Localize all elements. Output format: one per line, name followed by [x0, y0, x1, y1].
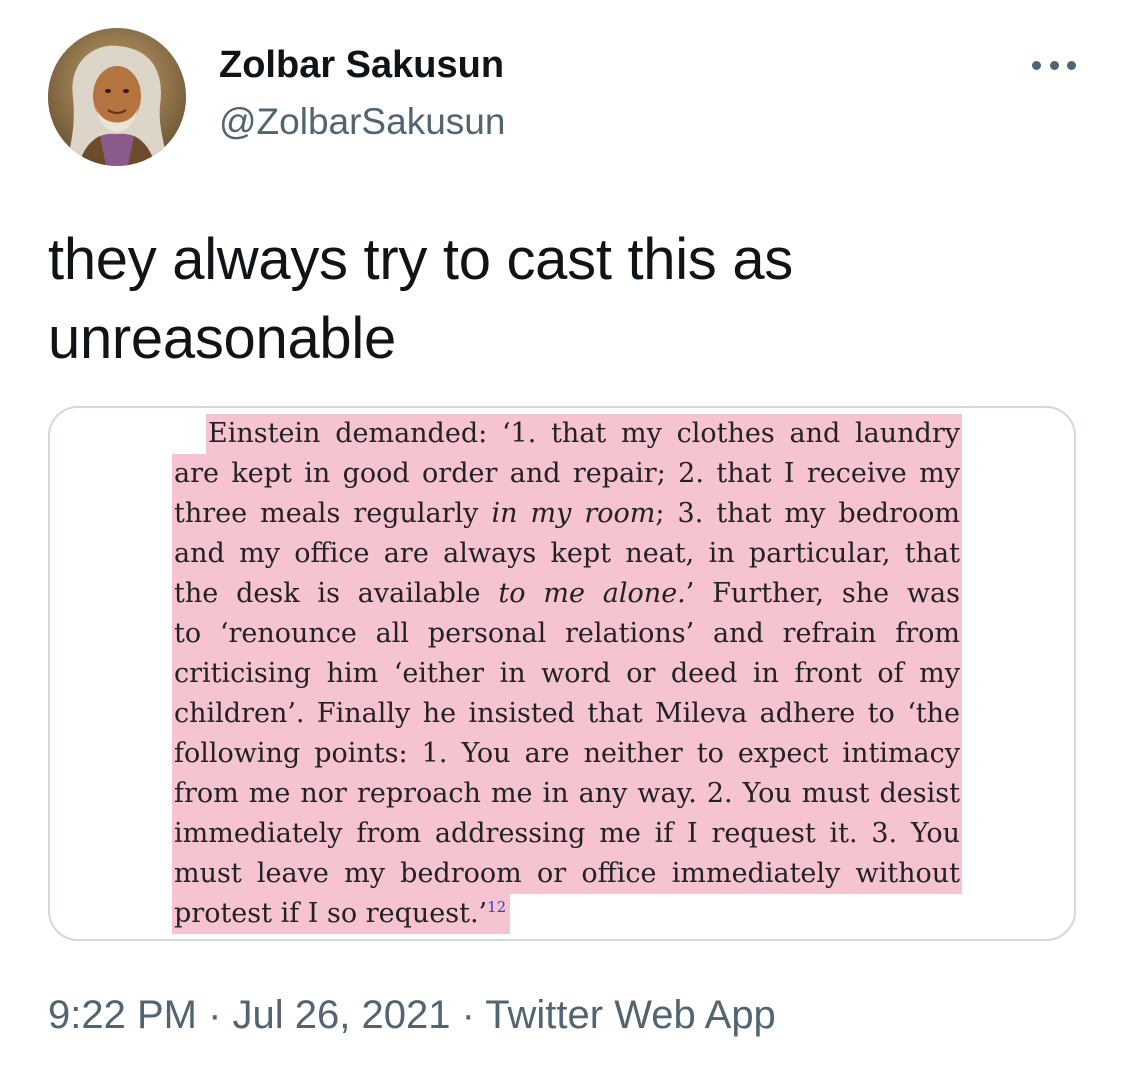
excerpt-line: and my office are always kept neat, in p… — [172, 534, 962, 574]
more-options-icon — [1032, 60, 1041, 70]
excerpt-text: the desk is available — [174, 578, 481, 609]
excerpt-line: to ‘renounce all personal relations’ and… — [172, 614, 962, 654]
footnote-marker: 12 — [487, 898, 507, 916]
excerpt-line: immediately from addressing me if I requ… — [172, 814, 962, 854]
more-options-icon-dot — [1067, 60, 1076, 70]
tweet-text: they always try to cast this as unreason… — [48, 227, 793, 371]
excerpt-line: criticising him ‘either in word or deed … — [172, 654, 962, 694]
excerpt-line: three meals regularly in my room; 3. tha… — [172, 494, 962, 534]
more-options-icon-dot — [1049, 60, 1059, 70]
author-handle[interactable]: @ZolbarSakusun — [219, 99, 505, 145]
excerpt-line: the desk is available to me alone.’ Furt… — [172, 574, 962, 614]
tweet-source[interactable]: Twitter Web App — [485, 993, 776, 1037]
excerpt-line: following points: 1. You are neither to … — [172, 734, 962, 774]
meta-separator: · — [450, 993, 486, 1037]
tweet-date[interactable]: Jul 26, 2021 — [233, 993, 451, 1037]
avatar[interactable] — [48, 28, 186, 166]
excerpt-italic: to me alone. — [498, 578, 686, 609]
tweet-time[interactable]: 9:22 PM — [48, 993, 197, 1037]
excerpt-text: three meals regularly — [174, 498, 479, 529]
excerpt-line: must leave my bedroom or office immediat… — [172, 854, 962, 894]
excerpt-text: ’ Further, she was — [685, 578, 960, 609]
excerpt-line: children’. Finally he insisted that Mile… — [172, 694, 962, 734]
avatar-image — [48, 28, 186, 166]
book-page-excerpt: Einstein demanded: ‘1. that my clothes a… — [172, 414, 962, 934]
author-display-name[interactable]: Zolbar Sakusun — [219, 42, 504, 88]
excerpt-line: Einstein demanded: ‘1. that my clothes a… — [172, 414, 962, 454]
excerpt-text: ; 3. that my bedroom — [655, 498, 960, 529]
meta-separator: · — [196, 993, 233, 1037]
excerpt-line: from me nor reproach me in any way. 2. Y… — [172, 774, 962, 814]
excerpt-text: protest if I so request.’ — [174, 898, 488, 929]
excerpt-line: are kept in good order and repair; 2. th… — [172, 454, 962, 494]
tweet-media-image[interactable]: Einstein demanded: ‘1. that my clothes a… — [48, 406, 1076, 941]
excerpt-line: protest if I so request.’12 — [172, 894, 511, 934]
excerpt-italic: in my room — [491, 498, 656, 529]
more-options-button[interactable] — [1026, 50, 1082, 80]
tweet-meta: 9:22 PM · Jul 26, 2021 · Twitter Web App — [48, 990, 776, 1040]
